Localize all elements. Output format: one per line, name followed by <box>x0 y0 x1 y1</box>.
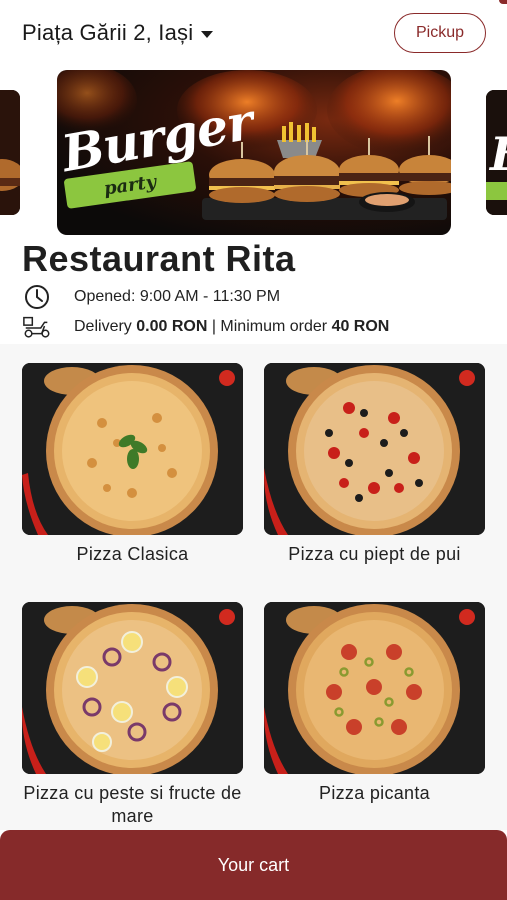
min-order-value: 40 RON <box>331 318 390 335</box>
app-header: Piața Gării 2, Iași Pickup <box>0 0 507 70</box>
pizza-image <box>22 363 243 535</box>
burger-image: B <box>486 90 507 215</box>
pizza-image <box>264 602 485 774</box>
pizza-image <box>22 602 243 774</box>
opening-hours-text: Opened: 9:00 AM - 11:30 PM <box>74 288 281 305</box>
delivery-label: Delivery <box>74 318 137 335</box>
svg-text:B: B <box>488 127 507 181</box>
pickup-button[interactable]: Pickup <box>394 13 486 53</box>
location-selector[interactable]: Piața Gării 2, Iași <box>22 20 214 46</box>
delivery-info-row: Delivery 0.00 RON | Minimum order 40 RON <box>22 314 389 340</box>
menu-item-card[interactable]: Pizza picanta <box>264 602 485 805</box>
menu-item-name: Pizza cu peste si fructe de mare <box>23 783 242 826</box>
chevron-down-icon <box>201 30 214 38</box>
clock-icon <box>22 284 52 310</box>
scooter-icon <box>22 314 52 340</box>
menu-item-card[interactable]: Pizza cu piept de pui <box>264 363 485 566</box>
menu-grid: Pizza Clasica Pizza cu piept de pui Pizz… <box>0 344 507 830</box>
next-banner-slide[interactable]: B <box>486 90 507 215</box>
top-corner-accent <box>499 0 507 4</box>
banner-carousel[interactable]: Burger party B <box>0 70 507 238</box>
delivery-info-text: Delivery 0.00 RON | Minimum order 40 RON <box>74 318 389 336</box>
menu-item-name: Pizza Clasica <box>76 544 189 564</box>
menu-item-card[interactable]: Pizza cu peste si fructe de mare <box>22 602 243 828</box>
min-order-label: | Minimum order <box>207 318 332 335</box>
menu-item-name: Pizza cu piept de pui <box>288 544 461 564</box>
menu-item-name: Pizza picanta <box>319 783 430 803</box>
restaurant-name: Restaurant Rita <box>22 238 296 279</box>
pizza-image <box>264 363 485 535</box>
opening-hours-row: Opened: 9:00 AM - 11:30 PM <box>22 284 280 310</box>
burger-image <box>0 90 20 215</box>
menu-item-card[interactable]: Pizza Clasica <box>22 363 243 566</box>
previous-banner-slide[interactable] <box>0 90 20 215</box>
location-label: Piața Gării 2, Iași <box>22 20 194 45</box>
your-cart-button[interactable]: Your cart <box>0 830 507 900</box>
banner-subheadline: party <box>102 170 158 200</box>
promo-banner[interactable]: Burger party <box>57 70 451 235</box>
delivery-fee: 0.00 RON <box>136 318 208 335</box>
